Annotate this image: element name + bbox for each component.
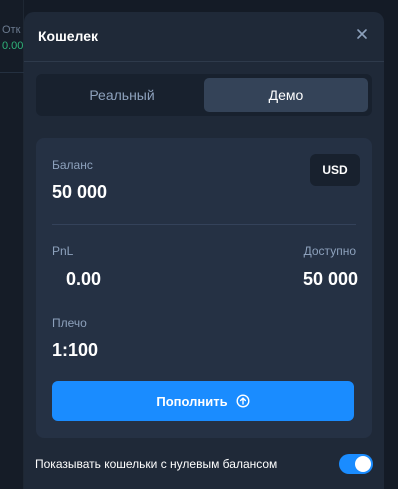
zero-balance-toggle-label: Показывать кошельки с нулевым балансом xyxy=(35,457,278,471)
background-label-fragment: Отк xyxy=(2,24,21,36)
background-panel: Отк 0.00 xyxy=(0,0,24,489)
deposit-button-label: Пополнить xyxy=(156,393,228,409)
account-card: Баланс 50 000 USD PnL 0.00 Доступно 50 0… xyxy=(36,138,372,438)
account-type-switch: Реальный Демо xyxy=(36,74,372,116)
header-divider xyxy=(24,61,384,62)
pnl-label: PnL xyxy=(52,244,74,258)
balance-label: Баланс xyxy=(52,158,93,172)
background-divider xyxy=(0,72,24,73)
wallet-modal: Кошелек Реальный Демо Баланс 50 000 USD … xyxy=(24,12,384,489)
zero-balance-toggle[interactable] xyxy=(339,454,373,474)
pnl-value: 0.00 xyxy=(66,269,102,289)
modal-header: Кошелек xyxy=(24,12,384,60)
currency-badge[interactable]: USD xyxy=(310,154,360,186)
available-value: 50 000 xyxy=(302,269,358,289)
card-divider xyxy=(52,224,356,225)
deposit-button[interactable]: Пополнить xyxy=(52,381,354,421)
tab-demo[interactable]: Демо xyxy=(204,78,368,112)
zero-balance-toggle-row: Показывать кошельки с нулевым балансом xyxy=(35,452,373,476)
background-value-fragment: 0.00 xyxy=(2,40,24,52)
leverage-value: 1:100 xyxy=(52,340,99,360)
modal-title: Кошелек xyxy=(38,28,99,44)
leverage-label: Плечо xyxy=(52,316,87,330)
balance-value: 50 000 xyxy=(52,182,108,202)
toggle-knob xyxy=(355,456,371,472)
close-icon xyxy=(357,29,367,39)
arrow-up-circle-icon xyxy=(236,394,250,408)
tab-real[interactable]: Реальный xyxy=(40,78,204,112)
available-label: Доступно xyxy=(303,244,356,258)
close-button[interactable] xyxy=(352,24,372,44)
